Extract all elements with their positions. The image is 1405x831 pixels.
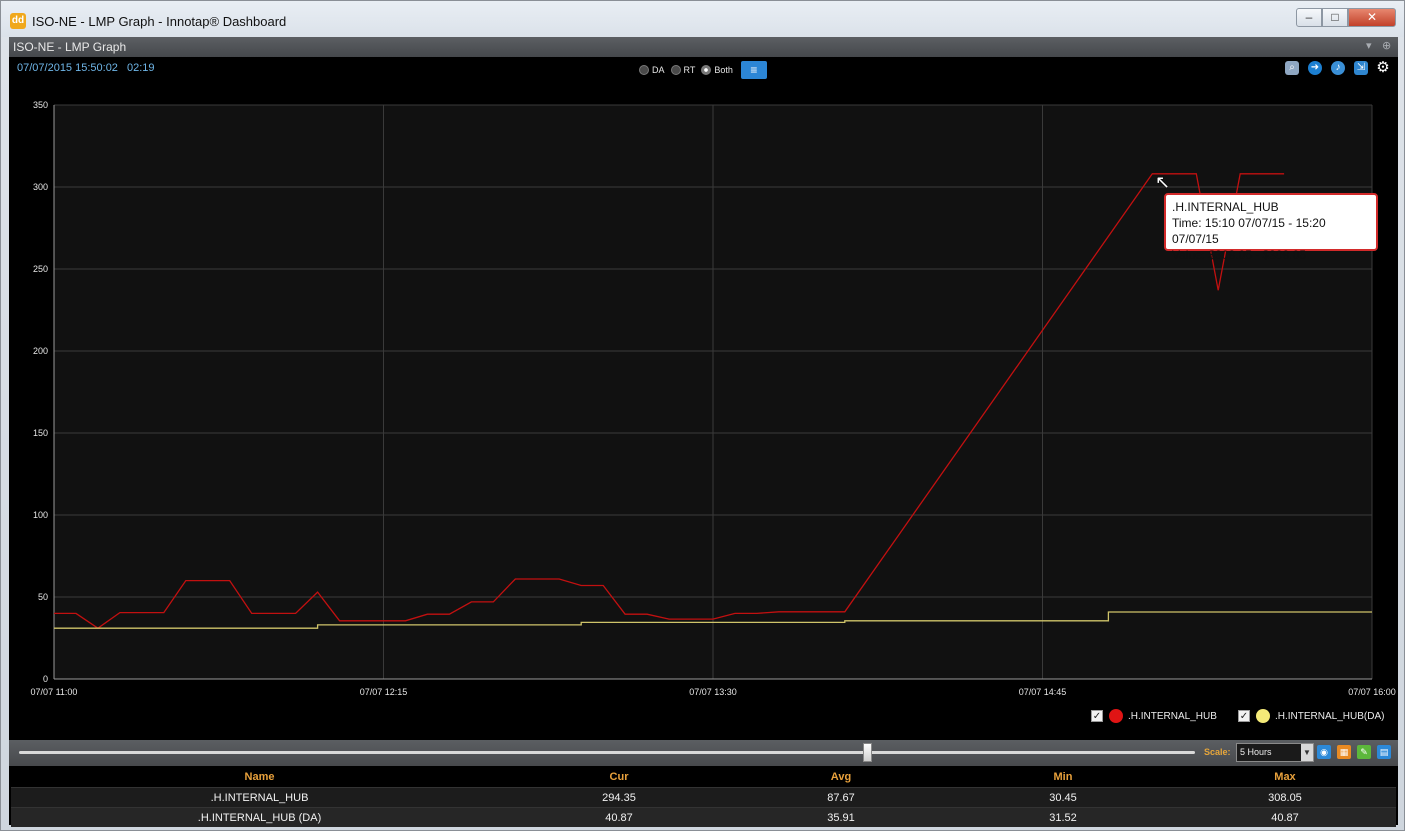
- view-icon[interactable]: ◉: [1317, 745, 1331, 759]
- panel-title: ISO-NE - LMP Graph: [13, 40, 127, 54]
- mouse-cursor-icon: ↖: [1155, 172, 1171, 192]
- minimize-button[interactable]: ‒: [1296, 8, 1322, 27]
- minimize-icon: ‒: [1305, 10, 1313, 24]
- legend-label-hub-da: .H.INTERNAL_HUB(DA): [1275, 710, 1385, 722]
- cell-cur: 40.87: [508, 807, 730, 827]
- time-slider-track[interactable]: [19, 751, 1195, 754]
- cell-min: 31.52: [951, 807, 1174, 827]
- edit-icon[interactable]: ✎: [1357, 745, 1371, 759]
- close-button[interactable]: ✕: [1348, 8, 1396, 27]
- save-icon[interactable]: ▤: [1377, 745, 1391, 759]
- table-row[interactable]: .H.INTERNAL_HUB 294.35 87.67 30.45 308.0…: [11, 787, 1396, 808]
- x-tick-label: 07/07 14:45: [1019, 687, 1067, 697]
- legend-checkbox-hub-da[interactable]: ✓: [1238, 710, 1250, 722]
- cell-avg: 87.67: [730, 787, 952, 808]
- scale-label: Scale:: [1204, 747, 1231, 757]
- cell-name: .H.INTERNAL_HUB (DA): [11, 807, 509, 827]
- cell-name: .H.INTERNAL_HUB: [11, 787, 509, 808]
- legend-checkbox-hub[interactable]: ✓: [1091, 710, 1103, 722]
- cell-cur: 294.35: [508, 787, 730, 808]
- grid-icon[interactable]: ▦: [1337, 745, 1351, 759]
- y-tick-label: 0: [43, 674, 48, 684]
- table-row[interactable]: .H.INTERNAL_HUB (DA) 40.87 35.91 31.52 4…: [11, 807, 1396, 827]
- tooltip-series: .H.INTERNAL_HUB: [1172, 200, 1279, 214]
- stats-header-row: Name Cur Avg Min Max: [11, 767, 1396, 788]
- legend-item-hub[interactable]: ✓ .H.INTERNAL_HUB: [1091, 707, 1217, 725]
- cell-min: 30.45: [951, 787, 1174, 808]
- panel-header: ISO-NE - LMP Graph ▾ ⊕: [9, 37, 1398, 57]
- y-tick-label: 150: [33, 428, 48, 438]
- cell-max: 308.05: [1173, 787, 1396, 808]
- column-header-avg[interactable]: Avg: [730, 767, 952, 788]
- tooltip-time: Time: 15:10 07/07/15 - 15:20 07/07/15: [1172, 216, 1326, 246]
- x-tick-label: 07/07 16:00: [1348, 687, 1396, 697]
- maximize-icon: □: [1331, 10, 1339, 24]
- cell-max: 40.87: [1173, 807, 1396, 827]
- legend-marker-hub: [1109, 709, 1123, 723]
- legend-marker-hub-da: [1256, 709, 1270, 723]
- close-icon: ✕: [1366, 10, 1378, 24]
- graph-panel: 07/07/2015 15:50:02 02:19 DA RT Both ≡ ⌕…: [9, 57, 1398, 827]
- stats-table: Name Cur Avg Min Max .H.INTERNAL_HUB 294…: [11, 767, 1396, 827]
- y-tick-label: 300: [33, 182, 48, 192]
- x-tick-label: 07/07 12:15: [360, 687, 408, 697]
- time-slider-thumb[interactable]: [863, 743, 872, 762]
- app-window: dd ISO-NE - LMP Graph - Innotap® Dashboa…: [0, 0, 1405, 831]
- app-logo-icon: dd: [10, 13, 26, 29]
- column-header-min[interactable]: Min: [951, 767, 1174, 788]
- scale-select-value: 5 Hours: [1240, 747, 1272, 757]
- column-header-cur[interactable]: Cur: [508, 767, 730, 788]
- legend-item-hub-da[interactable]: ✓ .H.INTERNAL_HUB(DA): [1238, 707, 1384, 725]
- window-titlebar[interactable]: dd ISO-NE - LMP Graph - Innotap® Dashboa…: [1, 1, 1404, 37]
- x-tick-label: 07/07 13:30: [689, 687, 737, 697]
- chevron-down-icon: ▼: [1301, 744, 1313, 761]
- legend-label-hub: .H.INTERNAL_HUB: [1128, 710, 1217, 722]
- y-tick-label: 100: [33, 510, 48, 520]
- cell-avg: 35.91: [730, 807, 952, 827]
- window-title: ISO-NE - LMP Graph - Innotap® Dashboard: [32, 14, 287, 29]
- column-header-name[interactable]: Name: [11, 767, 509, 788]
- time-slider-bar: Scale: 5 Hours ▼ ◉ ▦ ✎ ▤: [9, 740, 1398, 766]
- scale-select[interactable]: 5 Hours ▼: [1236, 743, 1314, 762]
- y-tick-label: 350: [33, 100, 48, 110]
- lmp-chart: 0 50 100 150 200 250 300 350 07/07 11:00 07/07 12…: [31, 100, 1396, 697]
- y-tick-label: 200: [33, 346, 48, 356]
- tooltip-value: Value: $308.05 - $308.05: [1172, 248, 1306, 262]
- maximize-button[interactable]: □: [1322, 8, 1348, 27]
- y-tick-label: 50: [38, 592, 48, 602]
- y-tick-label: 250: [33, 264, 48, 274]
- x-tick-label: 07/07 11:00: [31, 687, 78, 697]
- panel-pin-icon[interactable]: ⊕: [1382, 39, 1391, 52]
- column-header-max[interactable]: Max: [1173, 767, 1396, 788]
- panel-dropdown-icon[interactable]: ▾: [1366, 39, 1372, 52]
- chart-tooltip: .H.INTERNAL_HUB Time: 15:10 07/07/15 - 1…: [1164, 193, 1378, 262]
